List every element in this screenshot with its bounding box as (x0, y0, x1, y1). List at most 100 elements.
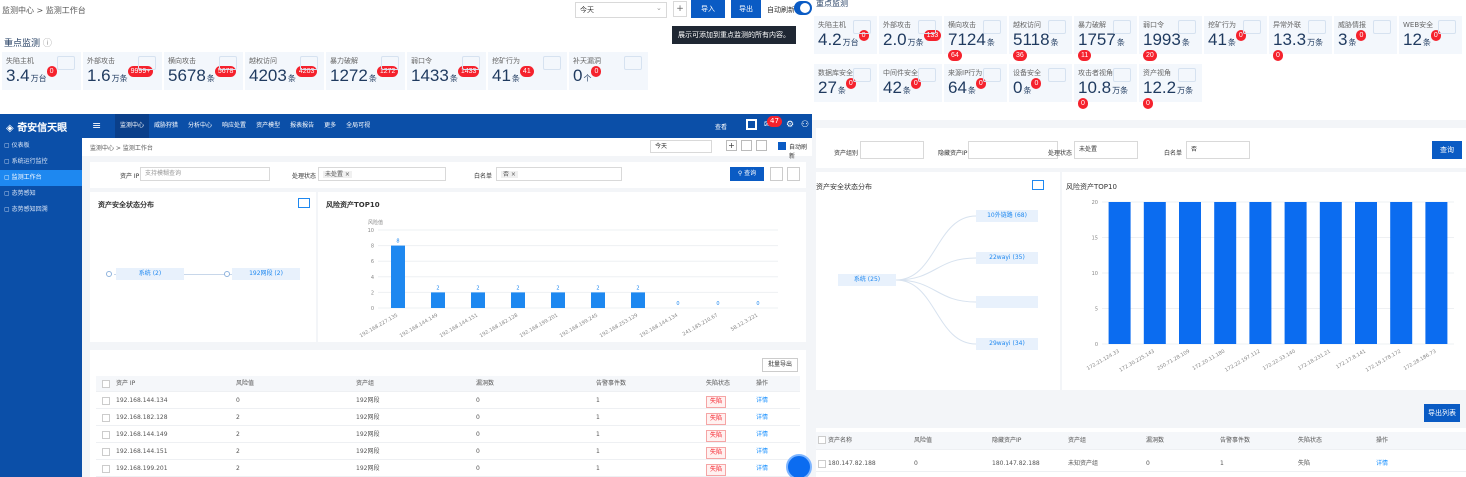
metric-card[interactable]: 挖矿行为 41条0 (1204, 16, 1267, 54)
copy-icon[interactable] (741, 140, 752, 151)
metric-label: 挖矿行为 (492, 57, 520, 65)
menu-icon[interactable]: ≡ (92, 119, 101, 132)
tree-node-child[interactable]: 29wayi (34) (976, 338, 1038, 350)
x-tick-label: 192.168.253.129 (599, 313, 639, 340)
settings-icon[interactable]: ⚙ (786, 120, 794, 130)
table-cell[interactable]: 详情 (756, 444, 768, 460)
metric-card[interactable]: 失陷主机 4.2万台0 (814, 16, 877, 54)
tree-node-collapsed[interactable] (976, 296, 1038, 308)
metric-card[interactable]: 越权访问 5118条36 (1009, 16, 1072, 61)
view-link[interactable]: 查看 (715, 122, 727, 131)
import-button[interactable]: 导入 (691, 0, 725, 18)
expand-icon[interactable] (756, 140, 767, 151)
metric-card[interactable]: 攻击者视角 10.8万条0 (1074, 64, 1137, 109)
asset-group-input[interactable] (860, 141, 924, 159)
monitor-icon[interactable] (298, 198, 310, 208)
row-checkbox[interactable] (102, 380, 110, 388)
sidebar-item[interactable]: ▢ 态势感知回溯 (0, 202, 82, 218)
whitelist-select[interactable]: 否 (1186, 141, 1250, 159)
date-select[interactable]: 今天 (575, 2, 667, 18)
auto-refresh-toggle[interactable] (794, 1, 812, 15)
table-cell[interactable]: 详情 (756, 461, 768, 477)
export-button[interactable]: 导出 (731, 0, 761, 18)
reset-icon[interactable] (770, 167, 783, 181)
metric-card[interactable]: 横向攻击 7124条64 (944, 16, 1007, 61)
table-cell[interactable]: 详情 (756, 410, 768, 426)
export-list-button[interactable]: 导出列表 (1424, 404, 1460, 422)
asset-ip-label: 资产 IP (120, 173, 140, 180)
chart-icon (462, 56, 480, 70)
row-checkbox[interactable] (102, 414, 110, 422)
nav-item[interactable]: 分析中心 (183, 114, 217, 138)
table-cell: 漏洞数 (1146, 437, 1165, 444)
metric-value: 27条0 (818, 78, 856, 98)
tree-node-child[interactable]: 192网段 (2) (232, 268, 300, 280)
qr-icon[interactable] (746, 119, 757, 130)
row-checkbox[interactable] (818, 436, 826, 444)
nav-item[interactable]: 全局可视 (341, 114, 375, 138)
metric-card[interactable]: 弱口令 1433条1433 (407, 52, 486, 90)
metric-card[interactable]: 失陷主机 3.4万台0 (2, 52, 81, 90)
query-button[interactable]: 查询 (1432, 141, 1462, 159)
table-cell[interactable]: 详情 (756, 393, 768, 409)
metric-card[interactable]: 来源IP行为 64条0 (944, 64, 1007, 102)
metric-card[interactable]: 暴力破解 1757条11 (1074, 16, 1137, 61)
date-select[interactable]: 今天 (650, 140, 712, 153)
tree-node-root[interactable]: 系统 (2) (116, 268, 184, 280)
nav-item[interactable]: 更多 (319, 114, 341, 138)
metric-card[interactable]: 外部攻击 2.0万条133 (879, 16, 942, 54)
row-checkbox[interactable] (102, 465, 110, 473)
row-checkbox[interactable] (818, 460, 826, 468)
nav-item[interactable]: 响应处置 (217, 114, 251, 138)
tree-node-child[interactable]: 22wayi (35) (976, 252, 1038, 264)
asset-ip-input[interactable] (968, 141, 1058, 159)
table-cell: 192网段 (356, 465, 380, 472)
metric-card[interactable]: 威胁情报 3条0 (1334, 16, 1397, 54)
batch-export-button[interactable]: 批量导出 (762, 358, 798, 372)
whitelist-select[interactable]: 否 × (496, 167, 622, 181)
chart-icon (624, 56, 642, 70)
table-cell[interactable]: 详情 (756, 427, 768, 443)
metric-card[interactable]: 弱口令 1993条20 (1139, 16, 1202, 61)
metric-card[interactable]: 异常外联 13.3万条0 (1269, 16, 1332, 61)
sidebar-item[interactable]: ▢ 态势感知 (0, 186, 82, 202)
auto-refresh-checkbox[interactable] (778, 142, 786, 150)
metric-card[interactable]: 暴力破解 1272条1272 (326, 52, 405, 90)
metric-card[interactable]: 补天漏洞 0个0 (569, 52, 648, 90)
table-cell: 1 (596, 431, 600, 438)
tree-node-child[interactable]: 10外链路 (68) (976, 210, 1038, 222)
metric-card[interactable]: 设备安全 0条0 (1009, 64, 1072, 102)
sidebar-item[interactable]: ▢ 监测工作台 (0, 170, 82, 186)
metric-card[interactable]: 外部攻击 1.6万条9999+ (83, 52, 162, 90)
metric-label: 中间件安全 (883, 69, 918, 77)
row-checkbox[interactable] (102, 397, 110, 405)
metric-card[interactable]: 数据库安全 27条0 (814, 64, 877, 102)
nav-item[interactable]: 资产模型 (251, 114, 285, 138)
row-checkbox[interactable] (102, 431, 110, 439)
metric-card[interactable]: 越权访问 4203条4203 (245, 52, 324, 90)
add-button[interactable]: + (673, 1, 687, 17)
status-select[interactable]: 未处置 × (318, 167, 446, 181)
sidebar-item[interactable]: ▢ 系统运行监控 (0, 154, 82, 170)
asset-status-panel: 资产安全状态分布 系统 (25) 10外链路 (68) 22wayi (35) … (816, 172, 1060, 390)
user-icon[interactable]: ⚇ (801, 120, 809, 130)
nav-item[interactable]: 监测中心 (115, 114, 150, 138)
x-tick-label: 241.185.210.67 (682, 313, 719, 338)
metric-card[interactable]: 中间件安全 42条0 (879, 64, 942, 102)
nav-item[interactable]: 威胁狩猎 (149, 114, 183, 138)
add-icon[interactable]: + (726, 140, 737, 151)
metric-card[interactable]: 横向攻击 5678条5678 (164, 52, 243, 90)
asset-ip-input[interactable]: 支持模糊查询 (140, 167, 270, 181)
row-checkbox[interactable] (102, 448, 110, 456)
metric-card[interactable]: 挖矿行为 41条41 (488, 52, 567, 90)
query-button[interactable]: ⚲ 查询 (730, 167, 764, 181)
tree-node-root[interactable]: 系统 (25) (838, 274, 896, 286)
status-select[interactable]: 未处置 (1074, 141, 1138, 159)
collapse-icon[interactable] (787, 167, 800, 181)
sidebar-item[interactable]: ▢ 仪表板 (0, 138, 82, 154)
chat-icon[interactable] (786, 454, 812, 477)
table-cell[interactable]: 详情 (1376, 456, 1388, 472)
nav-item[interactable]: 报表报告 (285, 114, 319, 138)
metric-card[interactable]: WEB安全 12条0 (1399, 16, 1462, 54)
metric-card[interactable]: 资产视角 12.2万条0 (1139, 64, 1202, 109)
